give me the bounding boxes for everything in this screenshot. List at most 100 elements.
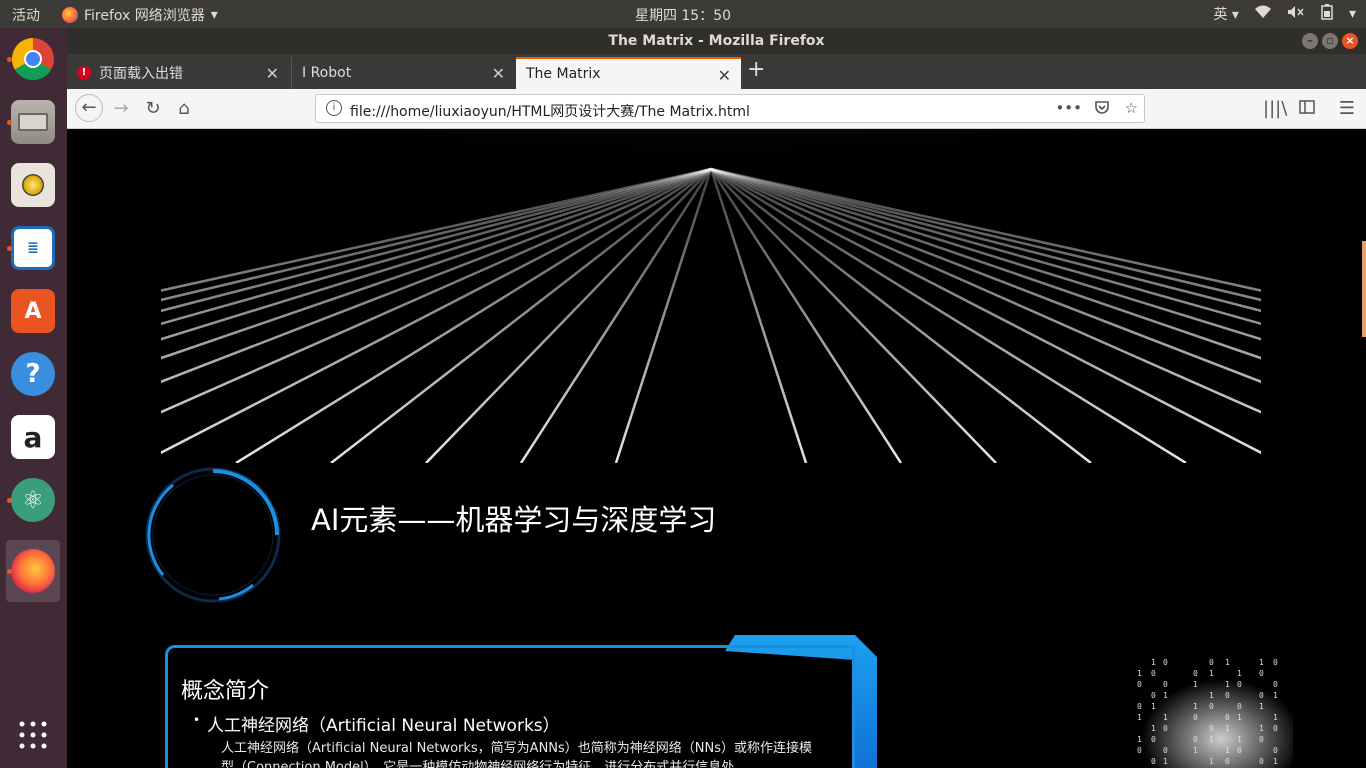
battery-icon[interactable] <box>1321 4 1333 24</box>
arrow-left-icon: ← <box>81 97 97 118</box>
card-paragraph: 人工神经网络（Artificial Neural Networks，简写为ANN… <box>221 741 813 768</box>
page-actions-icon[interactable]: ••• <box>1055 99 1082 117</box>
tab-label: The Matrix <box>526 66 601 82</box>
amazon-icon: a <box>11 415 55 459</box>
writer-icon: ≣ <box>11 226 55 270</box>
tab-load-error[interactable]: ! 页面载入出错 ✕ <box>67 57 289 89</box>
svg-text:0: 0 <box>1151 691 1156 700</box>
close-tab-icon[interactable]: ✕ <box>266 64 279 83</box>
url-text[interactable]: file:///home/liuxiaoyun/HTML网页设计大赛/The M… <box>350 101 750 121</box>
svg-text:1: 1 <box>1259 724 1264 733</box>
bookmark-star-icon[interactable]: ☆ <box>1125 99 1138 117</box>
launcher-show-apps[interactable] <box>6 708 60 762</box>
clock[interactable]: 星期四 15：50 <box>635 8 731 24</box>
svg-text:1: 1 <box>1259 702 1264 711</box>
svg-text:1: 1 <box>1151 724 1156 733</box>
maximize-icon[interactable]: ▫ <box>1322 33 1338 49</box>
svg-text:0: 0 <box>1259 735 1264 744</box>
window-controls: – ▫ × <box>1302 33 1358 49</box>
site-info-icon[interactable]: i <box>326 100 342 116</box>
wifi-icon[interactable] <box>1254 5 1271 23</box>
menu-button[interactable]: ☰ <box>1335 97 1359 121</box>
svg-text:1: 1 <box>1225 658 1230 667</box>
chrome-icon <box>11 37 54 81</box>
launcher-writer[interactable]: ≣ <box>6 221 60 275</box>
arrow-right-icon: → <box>113 98 129 119</box>
launcher-firefox[interactable] <box>6 540 60 602</box>
svg-text:1: 1 <box>1209 757 1214 766</box>
atom-icon: ⚛ <box>11 478 55 522</box>
launcher-chrome[interactable] <box>6 32 60 86</box>
error-icon: ! <box>77 66 91 80</box>
sidebar-button[interactable] <box>1295 97 1319 121</box>
svg-text:1: 1 <box>1137 735 1142 744</box>
svg-text:1: 1 <box>1193 680 1198 689</box>
close-tab-icon[interactable]: ✕ <box>492 64 505 83</box>
app-menu[interactable]: Firefox 网络浏览器 ▾ <box>62 5 218 25</box>
svg-text:1: 1 <box>1137 713 1142 722</box>
power-menu-chevron-icon[interactable]: ▾ <box>1349 6 1356 22</box>
window-title: The Matrix - Mozilla Firefox <box>608 33 825 49</box>
reload-button[interactable]: ↻ <box>141 97 165 121</box>
launcher-files[interactable] <box>6 95 60 149</box>
svg-text:0: 0 <box>1273 746 1278 755</box>
new-tab-button[interactable]: + <box>747 57 765 82</box>
running-indicator <box>7 569 12 574</box>
svg-text:0: 0 <box>1137 702 1142 711</box>
svg-text:0: 0 <box>1209 724 1214 733</box>
system-top-bar: 活动 Firefox 网络浏览器 ▾ 星期四 15：50 英 ▾ ▾ <box>0 0 1366 28</box>
running-indicator <box>7 120 12 125</box>
input-method-label: 英 <box>1213 7 1228 23</box>
running-indicator <box>7 246 12 251</box>
list-item-title: 人工神经网络（Artificial Neural Networks） <box>193 711 560 736</box>
pocket-icon[interactable] <box>1094 99 1110 119</box>
svg-text:1: 1 <box>1273 757 1278 766</box>
loading-ring-graphic <box>143 465 283 609</box>
activities-button[interactable]: 活动 <box>12 5 40 25</box>
intro-card: 概念简介 人工神经网络（Artificial Neural Networks） … <box>165 635 880 768</box>
minimize-icon[interactable]: – <box>1302 33 1318 49</box>
svg-text:1: 1 <box>1163 757 1168 766</box>
tab-the-matrix[interactable]: The Matrix ✕ <box>516 57 741 89</box>
close-tab-icon[interactable]: ✕ <box>718 66 731 85</box>
url-bar[interactable]: i file:///home/liuxiaoyun/HTML网页设计大赛/The… <box>315 94 1145 123</box>
svg-text:1: 1 <box>1225 746 1230 755</box>
navigation-toolbar: ← → ↻ ⌂ i file:///home/liuxiaoyun/HTML网页… <box>67 89 1366 129</box>
matrix-code-decoration: 1001101001100001100101100101100111100110… <box>1133 655 1293 768</box>
window-title-bar: The Matrix - Mozilla Firefox – ▫ × <box>67 28 1366 54</box>
svg-text:1: 1 <box>1209 735 1214 744</box>
svg-text:0: 0 <box>1237 702 1242 711</box>
launcher-rhythmbox[interactable] <box>6 158 60 212</box>
volume-icon[interactable] <box>1287 5 1305 23</box>
svg-text:1: 1 <box>1137 669 1142 678</box>
hero-grid-image <box>161 129 1261 463</box>
close-icon[interactable]: × <box>1342 33 1358 49</box>
svg-text:1: 1 <box>1259 658 1264 667</box>
launcher-software[interactable]: A <box>6 284 60 338</box>
scrollbar-thumb[interactable] <box>1362 241 1366 337</box>
svg-text:0: 0 <box>1237 680 1242 689</box>
back-button[interactable]: ← <box>75 94 103 122</box>
launcher-atom[interactable]: ⚛ <box>6 473 60 527</box>
rhythmbox-icon <box>11 163 55 207</box>
svg-text:0: 0 <box>1273 724 1278 733</box>
svg-text:0: 0 <box>1259 669 1264 678</box>
tab-i-robot[interactable]: I Robot ✕ <box>291 57 515 89</box>
home-button[interactable]: ⌂ <box>172 97 196 121</box>
svg-text:0: 0 <box>1259 757 1264 766</box>
system-tray: 英 ▾ ▾ <box>1213 4 1356 24</box>
firefox-icon <box>11 549 55 593</box>
tab-label: I Robot <box>302 65 352 81</box>
tab-strip: ! 页面载入出错 ✕ I Robot ✕ The Matrix ✕ + <box>67 54 1366 89</box>
library-button[interactable]: |||\ <box>1263 97 1287 121</box>
svg-text:0: 0 <box>1259 691 1264 700</box>
svg-text:0: 0 <box>1273 680 1278 689</box>
svg-text:1: 1 <box>1151 702 1156 711</box>
launcher-help[interactable]: ? <box>6 347 60 401</box>
svg-text:0: 0 <box>1193 669 1198 678</box>
launcher-amazon[interactable]: a <box>6 410 60 464</box>
input-method-indicator[interactable]: 英 ▾ <box>1213 4 1238 24</box>
svg-text:0: 0 <box>1193 735 1198 744</box>
svg-text:0: 0 <box>1225 691 1230 700</box>
forward-button[interactable]: → <box>109 97 133 121</box>
